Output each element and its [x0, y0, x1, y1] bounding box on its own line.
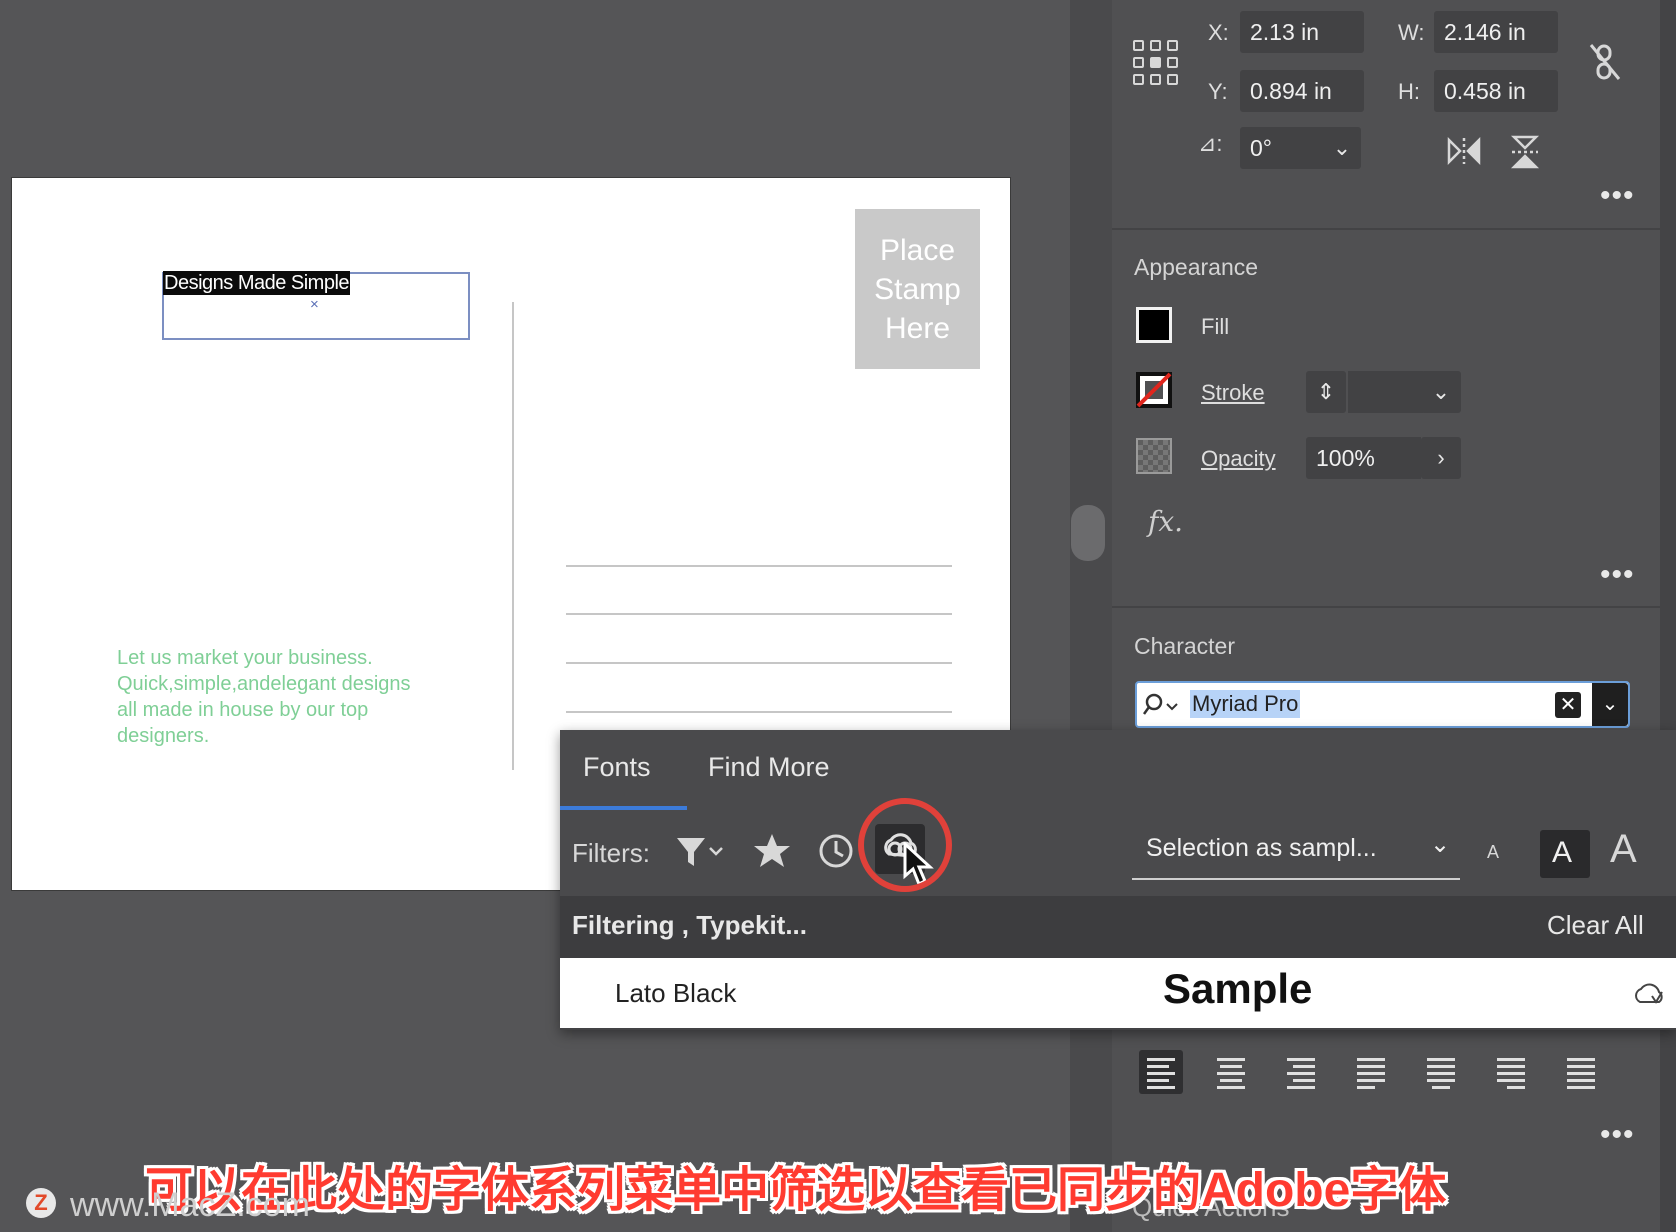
- stamp-text-line-1: Place: [879, 233, 956, 267]
- clear-icon[interactable]: ✕: [1555, 692, 1581, 718]
- filtering-status-text: Filtering , Typekit...: [572, 910, 807, 940]
- panel-gutter: [1070, 0, 1112, 1232]
- filter-classification-icon[interactable]: [675, 834, 727, 870]
- recently-added-clock-icon[interactable]: [817, 832, 855, 870]
- opacity-field[interactable]: 100%: [1306, 437, 1421, 479]
- body-copy-text[interactable]: Let us market your business. Quick,simpl…: [117, 645, 417, 749]
- address-line: [566, 662, 952, 664]
- justify-center-icon[interactable]: [1419, 1050, 1463, 1094]
- sample-text-select-value: Selection as sampl...: [1146, 834, 1377, 862]
- fx-effects-button[interactable]: fx.: [1148, 505, 1183, 538]
- constrain-proportions-icon[interactable]: [1588, 42, 1622, 82]
- opacity-icon: [1136, 438, 1172, 474]
- sample-text-select[interactable]: Selection as sampl... ⌄: [1132, 820, 1460, 880]
- font-family-value: Myriad Pro: [1190, 690, 1301, 718]
- opacity-expand-button[interactable]: ›: [1421, 437, 1461, 479]
- search-icon[interactable]: [1142, 692, 1183, 718]
- tab-fonts[interactable]: Fonts: [583, 752, 651, 783]
- filters-label: Filters:: [572, 838, 650, 868]
- clear-all-button[interactable]: Clear All: [1547, 910, 1644, 941]
- fill-swatch[interactable]: [1136, 307, 1172, 343]
- filters-row: [560, 810, 1676, 896]
- watermark-logo: Z: [26, 1188, 56, 1218]
- flip-vertical-icon[interactable]: [1510, 134, 1540, 170]
- transform-more-button[interactable]: •••: [1600, 181, 1635, 211]
- stamp-placeholder[interactable]: Place Stamp Here: [855, 209, 980, 369]
- chevron-down-icon: ⌄: [1431, 379, 1451, 404]
- w-label: W:: [1398, 20, 1425, 45]
- stroke-weight-stepper[interactable]: ⇕: [1306, 371, 1346, 413]
- rotate-dropdown[interactable]: ⌄: [1323, 127, 1361, 169]
- y-field[interactable]: 0.894 in: [1240, 70, 1364, 112]
- w-field[interactable]: 2.146 in: [1434, 11, 1558, 53]
- opacity-link[interactable]: Opacity: [1201, 446, 1276, 472]
- rotate-field[interactable]: 0°: [1240, 127, 1328, 169]
- highlight-ring: [858, 798, 952, 892]
- justify-right-icon[interactable]: [1489, 1050, 1533, 1094]
- stroke-swatch[interactable]: [1136, 372, 1172, 408]
- stroke-link[interactable]: Stroke: [1201, 380, 1265, 406]
- chevron-down-icon: ⌄: [1601, 693, 1619, 715]
- stroke-weight-field[interactable]: [1348, 371, 1423, 413]
- h-field[interactable]: 0.458 in: [1434, 70, 1558, 112]
- font-result-sample: Sample: [1163, 965, 1313, 1012]
- cloud-sync-icon: [1632, 978, 1666, 1008]
- section-divider: [1112, 606, 1660, 608]
- chevron-down-icon: ⌄: [1430, 831, 1451, 858]
- font-family-dropdown[interactable]: ⌄: [1592, 683, 1628, 726]
- h-label: H:: [1398, 79, 1420, 104]
- reference-point-icon[interactable]: [1133, 40, 1179, 86]
- stroke-weight-dropdown[interactable]: ⌄: [1421, 371, 1461, 413]
- section-divider: [1112, 228, 1660, 230]
- sample-size-medium: A: [1552, 836, 1573, 869]
- stepper-up-down-icon: ⇕: [1316, 379, 1336, 404]
- panel-scroll-handle[interactable]: [1071, 505, 1105, 561]
- align-right-icon[interactable]: [1279, 1050, 1323, 1094]
- address-line: [566, 613, 952, 615]
- subtitle-caption: 可以在此处的字体系列菜单中筛选以查看已同步的Adobe字体: [145, 1164, 1447, 1217]
- appearance-title: Appearance: [1134, 254, 1259, 280]
- font-result-name: Lato Black: [615, 978, 737, 1008]
- sample-size-large[interactable]: A: [1610, 827, 1637, 872]
- rotate-label: ⊿:: [1198, 131, 1223, 156]
- headline-selected-text[interactable]: Designs Made Simple: [163, 271, 351, 295]
- paragraph-more-button[interactable]: •••: [1600, 1120, 1635, 1150]
- frame-center-mark: ×: [310, 296, 319, 313]
- justify-all-icon[interactable]: [1559, 1050, 1603, 1094]
- character-title: Character: [1134, 633, 1235, 659]
- tab-find-more[interactable]: Find More: [708, 752, 830, 783]
- flip-horizontal-icon[interactable]: [1446, 136, 1482, 166]
- chevron-down-icon: ⌄: [1332, 135, 1352, 160]
- y-label: Y:: [1208, 79, 1228, 104]
- stamp-text-line-3: Here: [884, 311, 951, 345]
- chevron-right-icon: ›: [1437, 445, 1445, 470]
- fill-label: Fill: [1201, 314, 1230, 339]
- align-center-icon[interactable]: [1209, 1050, 1253, 1094]
- address-line: [566, 711, 952, 713]
- justify-left-icon[interactable]: [1349, 1050, 1393, 1094]
- sample-size-small[interactable]: A: [1487, 842, 1499, 863]
- appearance-more-button[interactable]: •••: [1600, 560, 1635, 590]
- x-field[interactable]: 2.13 in: [1240, 11, 1364, 53]
- favorites-star-icon[interactable]: [752, 832, 792, 870]
- watermark-text: www.MacZ.com: [70, 1186, 310, 1224]
- address-line: [566, 565, 952, 567]
- postcard-divider-line: [512, 302, 514, 770]
- stamp-text-line-2: Stamp: [874, 272, 961, 306]
- panel-edge: [1660, 0, 1676, 1232]
- sample-size-medium-button[interactable]: A: [1540, 830, 1590, 878]
- properties-panel: [1112, 0, 1660, 1232]
- align-left-icon[interactable]: [1139, 1050, 1183, 1094]
- x-label: X:: [1208, 20, 1229, 45]
